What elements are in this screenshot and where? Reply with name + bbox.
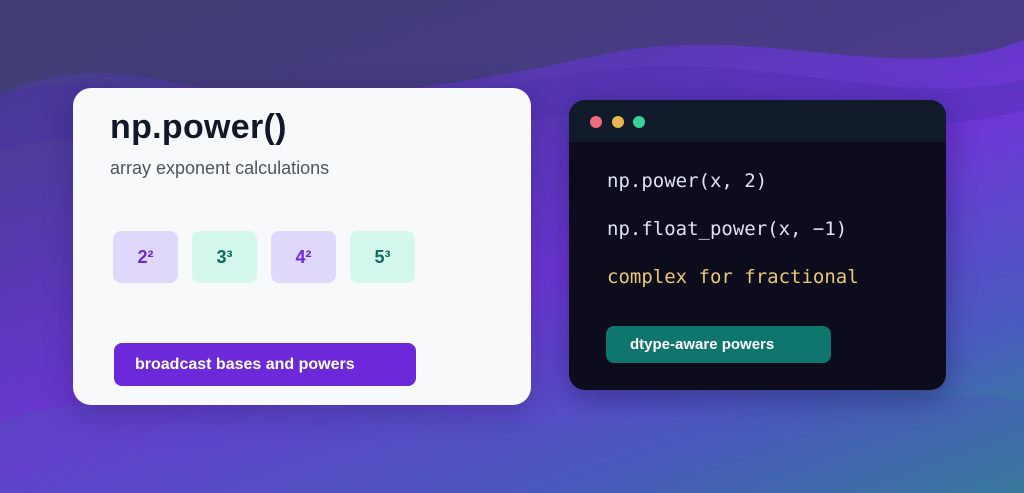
exponent-tiles: 2² 3³ 4² 5³	[113, 231, 415, 283]
exponent-tile: 5³	[350, 231, 415, 283]
dtype-badge[interactable]: dtype-aware powers	[606, 326, 831, 363]
close-dot-icon[interactable]	[590, 116, 602, 128]
page-subtitle: array exponent calculations	[110, 158, 330, 178]
minimize-dot-icon[interactable]	[612, 116, 624, 128]
terminal-card: np.power(x, 2) np.float_power(x, −1) com…	[569, 100, 946, 390]
code-line: np.float_power(x, −1)	[607, 218, 848, 240]
left-card: np.power() array exponent calculations 2…	[73, 88, 531, 405]
page-title: np.power()	[110, 108, 287, 146]
exponent-tile: 3³	[192, 231, 257, 283]
terminal-title-bar	[569, 100, 946, 142]
code-line-highlight: complex for fractional	[607, 266, 859, 288]
exponent-tile: 4²	[271, 231, 336, 283]
code-line: np.power(x, 2)	[607, 170, 768, 192]
exponent-tile: 2²	[113, 231, 178, 283]
broadcast-button[interactable]: broadcast bases and powers	[114, 343, 416, 386]
maximize-dot-icon[interactable]	[633, 116, 645, 128]
